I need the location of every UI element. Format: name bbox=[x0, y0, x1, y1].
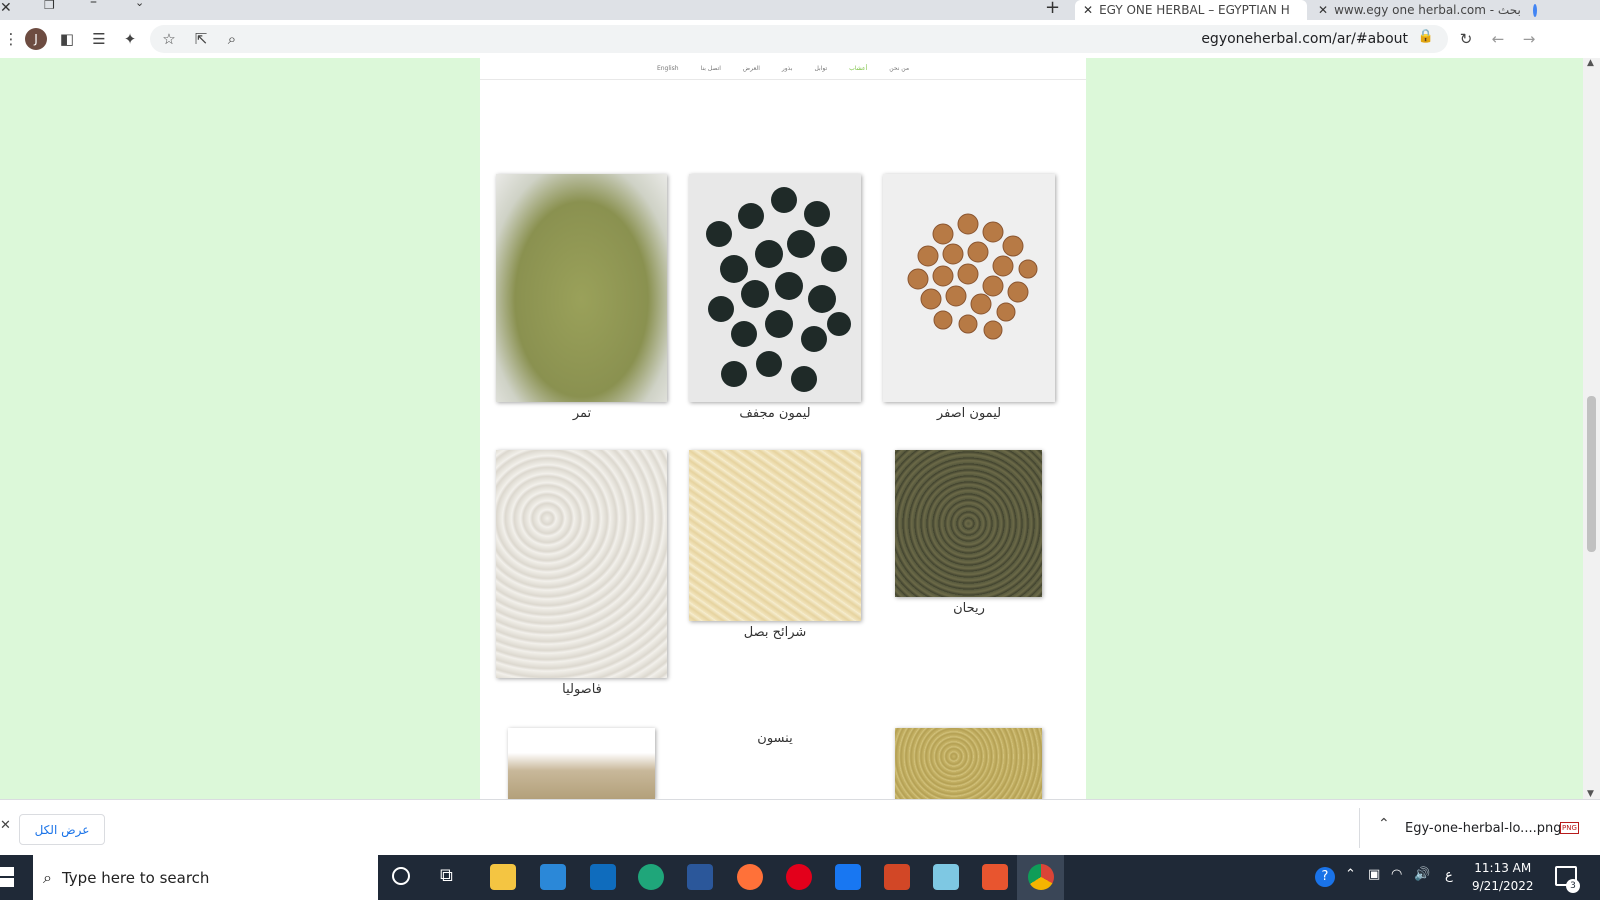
system-clock[interactable]: 11:13 AM 9/21/2022 bbox=[1472, 859, 1534, 895]
minimize-window-icon[interactable]: – bbox=[90, 0, 97, 10]
web-viewport: English اتصل بنا العرض بذور توابل أعشاب … bbox=[0, 58, 1583, 799]
yellow-lemon-illustration bbox=[907, 213, 1038, 340]
download-expand-icon[interactable]: ⌃ bbox=[1378, 816, 1390, 832]
chrome-icon[interactable] bbox=[1028, 864, 1054, 890]
help-icon[interactable]: ? bbox=[1315, 867, 1335, 887]
input-language[interactable]: ع bbox=[1445, 868, 1453, 883]
nav-item-offers[interactable]: العرض bbox=[743, 65, 760, 72]
tab-title: EGY ONE HERBAL – EGYPTIAN H bbox=[1099, 3, 1290, 17]
search-icon: ⌕ bbox=[43, 867, 52, 887]
download-bar: ✕ عرض الكل ⌃ Egy-one-herbal-lo....png PN… bbox=[0, 799, 1600, 856]
word-icon[interactable] bbox=[687, 864, 713, 890]
product-caption: فاصوليا bbox=[562, 682, 602, 697]
product-caption: ليمون اصفر bbox=[936, 406, 1002, 421]
scrollbar-thumb[interactable] bbox=[1587, 396, 1596, 552]
nav-item-english[interactable]: English bbox=[657, 65, 679, 72]
png-file-icon: PNG bbox=[1560, 822, 1579, 834]
tray-overflow-icon[interactable]: ⌃ bbox=[1345, 867, 1356, 882]
url-text: egyoneherbal.com/ar/#about bbox=[1201, 31, 1408, 47]
bookmark-star-icon[interactable]: ☆ bbox=[158, 28, 180, 50]
product-caption: ليمون مجفف bbox=[739, 406, 811, 421]
close-tab-icon[interactable]: ✕ bbox=[1083, 3, 1093, 17]
profile-initial: J bbox=[25, 28, 47, 50]
nav-item-herbs[interactable]: أعشاب bbox=[849, 65, 867, 72]
product-image-cumin[interactable] bbox=[508, 728, 655, 799]
facebook-icon[interactable] bbox=[835, 864, 861, 890]
nav-item-seeds[interactable]: بذور bbox=[782, 65, 793, 72]
new-tab-button[interactable]: + bbox=[1045, 0, 1060, 18]
address-bar[interactable]: ☆ ⇱ ⌕ egyoneherbal.com/ar/#about 🔒 bbox=[150, 25, 1448, 53]
browser-toolbar: ⋮ J ◧ ☰ ✦ ☆ ⇱ ⌕ egyoneherbal.com/ar/#abo… bbox=[0, 20, 1600, 59]
mail-icon[interactable] bbox=[590, 864, 616, 890]
microsoft-store-icon[interactable] bbox=[540, 864, 566, 890]
side-panel-icon[interactable]: ◧ bbox=[56, 28, 78, 50]
menu-dots-icon[interactable]: ⋮ bbox=[0, 28, 22, 50]
product-image-fennel[interactable] bbox=[496, 174, 667, 402]
cortana-icon[interactable] bbox=[392, 867, 410, 885]
product-image-yellow-lemon[interactable] bbox=[883, 174, 1055, 402]
dried-lime-illustration bbox=[706, 187, 851, 392]
download-file-name[interactable]: Egy-one-herbal-lo....png bbox=[1405, 821, 1561, 836]
zoom-icon[interactable]: ⌕ bbox=[221, 28, 243, 50]
clock-time: 11:13 AM bbox=[1474, 861, 1532, 875]
firefox-icon[interactable] bbox=[737, 864, 763, 890]
google-favicon bbox=[1532, 3, 1537, 17]
notification-count-badge: 3 bbox=[1566, 879, 1580, 893]
volume-icon[interactable]: 🔊 bbox=[1414, 867, 1430, 882]
opera-icon[interactable] bbox=[786, 864, 812, 890]
file-explorer-icon[interactable] bbox=[490, 864, 516, 890]
extensions-icon[interactable]: ✦ bbox=[119, 28, 141, 50]
close-download-bar-icon[interactable]: ✕ bbox=[0, 818, 11, 833]
nav-item-about[interactable]: من نحن bbox=[889, 65, 909, 72]
taskbar-search-box[interactable]: ⌕ Type here to search bbox=[33, 855, 378, 900]
scroll-up-arrow-icon[interactable]: ▲ bbox=[1587, 58, 1594, 68]
product-image-seeds[interactable] bbox=[895, 728, 1042, 799]
product-caption: تمر bbox=[572, 406, 592, 421]
task-view-icon[interactable]: ⧉ bbox=[440, 865, 453, 886]
product-image-beans[interactable] bbox=[496, 450, 667, 678]
network-device-icon[interactable]: ▣ bbox=[1368, 867, 1380, 882]
clock-date: 9/21/2022 bbox=[1472, 879, 1534, 893]
restore-window-icon[interactable]: ❐ bbox=[44, 0, 55, 12]
lock-icon[interactable]: 🔒 bbox=[1418, 29, 1434, 44]
page-scrollbar[interactable]: ▲ ▼ bbox=[1583, 58, 1600, 799]
site-navigation: English اتصل بنا العرض بذور توابل أعشاب … bbox=[480, 58, 1086, 80]
avatar[interactable]: J bbox=[25, 28, 47, 50]
share-icon[interactable]: ⇱ bbox=[190, 28, 212, 50]
product-caption: ينسون bbox=[757, 731, 793, 746]
powerpoint-icon[interactable] bbox=[884, 864, 910, 890]
wifi-icon[interactable]: ◠ bbox=[1391, 867, 1402, 882]
edge-icon[interactable] bbox=[638, 864, 664, 890]
scroll-down-arrow-icon[interactable]: ▼ bbox=[1587, 789, 1594, 799]
close-tab-icon[interactable]: ✕ bbox=[1318, 3, 1328, 17]
tab-title: www.egy one herbal.com - بحث bbox=[1334, 3, 1521, 17]
snip-tool-icon[interactable] bbox=[982, 864, 1008, 890]
page-content: English اتصل بنا العرض بذور توابل أعشاب … bbox=[480, 58, 1086, 799]
product-caption: ريحان bbox=[953, 601, 985, 616]
nav-item-spices[interactable]: توابل bbox=[815, 65, 828, 72]
taskbar-search-placeholder: Type here to search bbox=[61, 868, 210, 887]
close-window-icon[interactable]: ✕ bbox=[0, 0, 12, 16]
forward-icon[interactable]: → bbox=[1518, 28, 1540, 50]
windows-taskbar: ⌕ Type here to search ⧉ ? ⌃ ▣ ◠ 🔊 ع 11:1… bbox=[0, 855, 1600, 900]
product-image-dried-lime[interactable] bbox=[689, 174, 861, 402]
start-button-icon[interactable] bbox=[0, 867, 14, 887]
reading-list-icon[interactable]: ☰ bbox=[88, 28, 110, 50]
tab-search-results[interactable]: ✕ www.egy one herbal.com - بحث bbox=[1310, 0, 1540, 20]
show-all-button[interactable]: عرض الكل bbox=[19, 814, 105, 845]
tab-strip: ✕ ❐ – ⌄ + ✕ EGY ONE HERBAL – EGYPTIAN H … bbox=[0, 0, 1600, 20]
reload-icon[interactable]: ↻ bbox=[1455, 28, 1477, 50]
download-divider bbox=[1359, 808, 1360, 848]
nav-item-contact[interactable]: اتصل بنا bbox=[701, 65, 721, 72]
tab-search-chevron-icon[interactable]: ⌄ bbox=[135, 0, 144, 9]
tab-egy-one-herbal[interactable]: ✕ EGY ONE HERBAL – EGYPTIAN H bbox=[1075, 0, 1307, 20]
paint-icon[interactable] bbox=[933, 864, 959, 890]
product-image-onion-slices[interactable] bbox=[689, 450, 861, 621]
back-icon[interactable]: ← bbox=[1487, 28, 1509, 50]
product-image-basil[interactable] bbox=[895, 450, 1042, 597]
product-caption: شرائح بصل bbox=[743, 625, 807, 640]
